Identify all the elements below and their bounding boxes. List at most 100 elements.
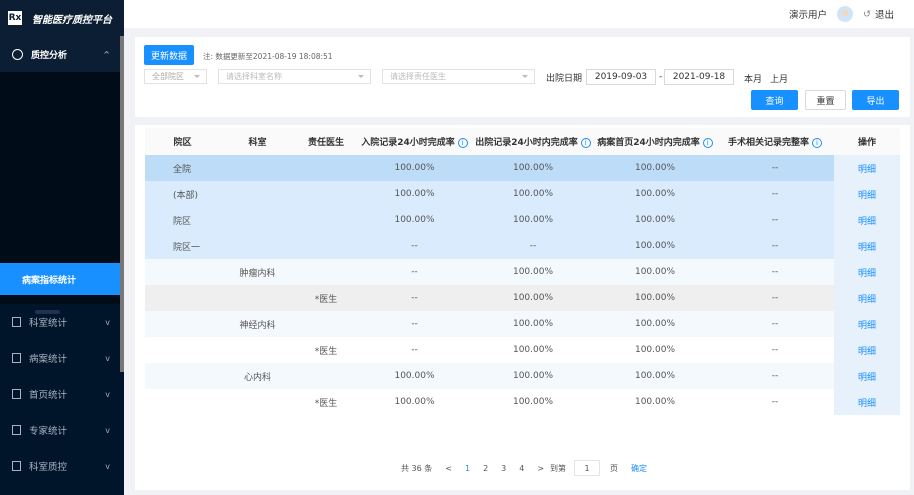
filter-card: 更新数据 注: 数据更新至2021-08-19 18:08:51 全部院区 请选… xyxy=(135,37,910,117)
page-2-button[interactable]: 2 xyxy=(483,464,488,473)
cell-text[interactable]: 明细 xyxy=(858,347,876,357)
chevron-down-icon: v xyxy=(105,353,110,363)
export-button[interactable]: 导出 xyxy=(852,90,899,110)
campus-select[interactable]: 全部院区 xyxy=(144,69,207,84)
cell-text[interactable]: 明细 xyxy=(858,217,876,227)
table-cell: 院区一 xyxy=(145,233,220,259)
goto-label: 到第 xyxy=(550,463,567,473)
cell-text[interactable]: 明细 xyxy=(858,165,876,175)
this-month-link[interactable]: 本月 xyxy=(744,72,762,85)
chevron-up-icon: ^ xyxy=(103,49,110,59)
header-label: 病案首页24小时内完成率 xyxy=(597,138,700,148)
query-button[interactable]: 查询 xyxy=(751,90,798,110)
cell-text: -- xyxy=(771,397,779,407)
detail-link[interactable]: 明细 xyxy=(834,181,900,207)
cell-text[interactable]: 明细 xyxy=(858,321,876,331)
sidebar-item-2[interactable]: 首页统计 v xyxy=(0,376,124,412)
sidebar-item-4[interactable]: 科室质控 v xyxy=(0,448,124,484)
cell-text: 100.00% xyxy=(394,215,435,225)
cell-text: -- xyxy=(411,267,418,277)
prev-page-button[interactable]: < xyxy=(445,464,452,473)
table-cell xyxy=(145,363,220,389)
detail-link[interactable]: 明细 xyxy=(834,337,900,363)
dept-select[interactable]: 请选择科室名称 xyxy=(218,69,371,84)
table-cell xyxy=(295,181,357,207)
cell-text: -- xyxy=(771,319,779,329)
page-input[interactable]: 1 xyxy=(574,460,601,476)
cell-text: 100.00% xyxy=(394,371,435,381)
logout-link[interactable]: 退出 xyxy=(875,7,894,21)
table-cell: 100.00% xyxy=(594,389,716,415)
cell-text[interactable]: 明细 xyxy=(858,295,876,305)
sidebar-item-1[interactable]: 病案统计 v xyxy=(0,340,124,376)
info-icon[interactable]: i xyxy=(702,138,713,148)
doctor-select[interactable]: 请选择责任医生 xyxy=(382,69,535,84)
table-cell: 100.00% xyxy=(594,181,716,207)
cell-text: -- xyxy=(771,189,779,199)
dropdown-arrow-icon xyxy=(194,75,200,81)
sidebar-item-3[interactable]: 专家统计 v xyxy=(0,412,124,448)
cell-text: 100.00% xyxy=(634,345,676,355)
confirm-page-button[interactable]: 确定 xyxy=(631,463,647,474)
detail-link[interactable]: 明细 xyxy=(834,389,900,415)
column-header: 病案首页24小时内完成率 i xyxy=(594,128,716,155)
sidebar-item-label: 首页统计 xyxy=(29,390,68,401)
page-unit: 页 xyxy=(610,463,619,473)
copy-icon xyxy=(12,353,21,363)
detail-link[interactable]: 明细 xyxy=(834,285,900,311)
info-icon[interactable]: i xyxy=(580,138,591,148)
detail-link[interactable]: 明细 xyxy=(834,311,900,337)
table-row: 神经内科 -- 100.00% 100.00% -- 明细 xyxy=(145,311,900,337)
cell-text: 100.00% xyxy=(394,189,435,199)
sidebar-item-label: 专家统计 xyxy=(29,426,68,437)
cell-text[interactable]: 明细 xyxy=(858,399,876,409)
column-header: 入院记录24小时完成率 i xyxy=(357,128,472,155)
reset-button[interactable]: 重置 xyxy=(805,90,846,110)
detail-link[interactable]: 明细 xyxy=(834,363,900,389)
detail-link[interactable]: 明细 xyxy=(834,155,900,181)
page-3-button[interactable]: 3 xyxy=(501,464,506,473)
table-cell xyxy=(145,259,220,285)
top-header: 演示用户 ↺ 退出 xyxy=(124,0,914,28)
menu-group-qc-analysis[interactable]: 质控分析 ^ xyxy=(0,36,124,72)
sidebar-scrollbar[interactable] xyxy=(120,36,124,372)
cell-text[interactable]: 明细 xyxy=(858,191,876,201)
cell-text[interactable]: 明细 xyxy=(858,243,876,253)
info-icon[interactable]: i xyxy=(457,138,468,148)
cell-text[interactable]: 明细 xyxy=(858,269,876,279)
page-4-button[interactable]: 4 xyxy=(519,464,524,473)
logout-icon[interactable]: ↺ xyxy=(863,9,871,20)
file-icon xyxy=(12,317,21,327)
logo-icon: Rx xyxy=(8,11,22,25)
building-icon xyxy=(12,461,21,471)
table-cell: 100.00% xyxy=(594,363,716,389)
next-page-button[interactable]: > xyxy=(537,464,544,473)
sidebar-item-case-index-stats[interactable]: 病案指标统计 xyxy=(0,263,124,295)
table-cell xyxy=(220,285,295,311)
header-label: 院区 xyxy=(173,138,192,148)
cell-text: *医生 xyxy=(314,294,338,305)
table-cell: 100.00% xyxy=(357,363,472,389)
detail-link[interactable]: 明细 xyxy=(834,259,900,285)
cell-text: -- xyxy=(529,241,537,251)
table-row: (本部) 100.00% 100.00% 100.00% -- 明细 xyxy=(145,181,900,207)
sidebar-item-0[interactable]: 科室统计 v xyxy=(0,304,124,340)
detail-link[interactable]: 明细 xyxy=(834,207,900,233)
end-date-input[interactable]: 2021-09-18 xyxy=(664,69,734,85)
table-cell: *医生 xyxy=(295,389,357,415)
table-cell: 100.00% xyxy=(472,207,594,233)
start-date-input[interactable]: 2019-09-03 xyxy=(586,69,656,85)
update-data-button[interactable]: 更新数据 xyxy=(144,45,194,65)
detail-link[interactable]: 明细 xyxy=(834,233,900,259)
sidebar-item-label: 科室统计 xyxy=(29,318,68,329)
cell-text: -- xyxy=(411,241,418,251)
table-cell: 100.00% xyxy=(594,207,716,233)
page-1-button[interactable]: 1 xyxy=(465,464,470,473)
last-month-link[interactable]: 上月 xyxy=(770,72,788,85)
cell-text: 100.00% xyxy=(634,241,676,251)
cell-text[interactable]: 明细 xyxy=(858,373,876,383)
cell-text: 100.00% xyxy=(634,163,676,173)
avatar[interactable] xyxy=(837,6,854,22)
cell-text: -- xyxy=(411,293,418,303)
info-icon[interactable]: i xyxy=(812,138,822,148)
